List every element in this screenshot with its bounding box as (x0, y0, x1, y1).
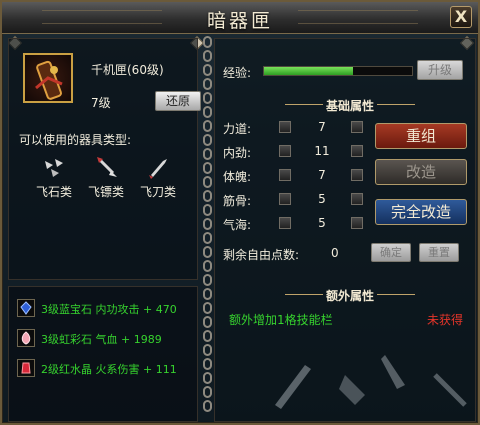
regroup-button[interactable]: 重组 (375, 123, 467, 149)
type-label: 飞镖类 (87, 185, 124, 199)
confirm-button[interactable]: 确定 (371, 243, 411, 262)
close-button[interactable]: X (450, 6, 472, 28)
increase-button[interactable] (351, 217, 363, 229)
sapphire-icon (17, 299, 35, 317)
item-panel: 千机匣(60级) 7级 还原 可以使用的器具类型: 飞石类 飞镖类 飞刀类 (8, 38, 201, 280)
gem-text: 2级红水晶 火系伤害 + 111 (41, 363, 177, 376)
attr-value: 7 (318, 120, 326, 134)
decrease-button[interactable] (279, 217, 291, 229)
hidden-weapon-box-icon (35, 60, 63, 100)
flying-stone-icon (45, 159, 63, 177)
attr-label: 体魄: (223, 170, 252, 184)
modify-button[interactable]: 改造 (375, 159, 467, 185)
hidden-weapon-box-window: 暗器匣 X 千机匣(60级) 7级 还原 可以使用的器具类型: 飞石类 飞镖类 … (0, 0, 480, 425)
exp-bar (263, 66, 413, 76)
extra-attributes-header: 额外属性 (275, 287, 425, 304)
attr-label: 内劲: (223, 146, 252, 160)
throwing-knife-icon (149, 159, 167, 179)
restore-button[interactable]: 还原 (155, 91, 201, 111)
exp-bar-fill (264, 67, 353, 75)
type-label: 飞刀类 (139, 185, 176, 199)
red-crystal-icon (17, 359, 35, 377)
decrease-button[interactable] (279, 121, 291, 133)
decrease-button[interactable] (279, 193, 291, 205)
increase-button[interactable] (351, 121, 363, 133)
extra-attribute-text: 额外增加1格技能栏 (229, 313, 333, 327)
type-label: 飞石类 (35, 185, 72, 199)
increase-button[interactable] (351, 169, 363, 181)
attributes-panel: 经验: 升级 基础属性 力道: 7 内劲: 11 体魄: 7 筋骨: 5 气海:… (214, 38, 476, 422)
usable-types-label: 可以使用的器具类型: (19, 133, 132, 147)
gem-text: 3级虹彩石 气血 + 1989 (41, 333, 162, 346)
increase-button[interactable] (351, 193, 363, 205)
type-dart: 飞镖类 (83, 155, 129, 200)
chain-divider (201, 36, 213, 424)
item-name: 千机匣(60级) (91, 63, 164, 77)
free-points-label: 剩余自由点数: (223, 248, 300, 262)
gem-list: 3级蓝宝石 内功攻击 + 470 3级虹彩石 气血 + 1989 2级红水晶 火… (8, 286, 198, 422)
rainbow-stone-icon (17, 329, 35, 347)
attr-label: 气海: (223, 218, 252, 232)
attr-value: 11 (314, 144, 330, 158)
gem-text: 3级蓝宝石 内功攻击 + 470 (41, 303, 177, 316)
extra-attribute-status: 未获得 (426, 313, 463, 327)
type-flying-stone: 飞石类 (31, 155, 77, 200)
item-slot[interactable] (23, 53, 73, 103)
dart-icon (97, 157, 117, 177)
attr-value: 7 (318, 168, 326, 182)
weapons-decoration-icon (275, 355, 467, 409)
decrease-button[interactable] (279, 145, 291, 157)
attr-label: 筋骨: (223, 194, 252, 208)
upgrade-button[interactable]: 升级 (417, 60, 463, 80)
increase-button[interactable] (351, 145, 363, 157)
attr-value: 5 (318, 192, 326, 206)
type-throwing-knife: 飞刀类 (135, 155, 181, 200)
attr-label: 力道: (223, 122, 252, 136)
full-modify-button[interactable]: 完全改造 (375, 199, 467, 225)
base-attributes-header: 基础属性 (275, 97, 425, 114)
attr-value: 5 (318, 216, 326, 230)
item-level: 7级 (91, 96, 111, 110)
free-points-value: 0 (331, 246, 339, 260)
title-bar: 暗器匣 X (2, 2, 478, 34)
decrease-button[interactable] (279, 169, 291, 181)
exp-label: 经验: (223, 66, 252, 80)
window-title: 暗器匣 (206, 10, 273, 32)
reset-button[interactable]: 重置 (419, 243, 459, 262)
